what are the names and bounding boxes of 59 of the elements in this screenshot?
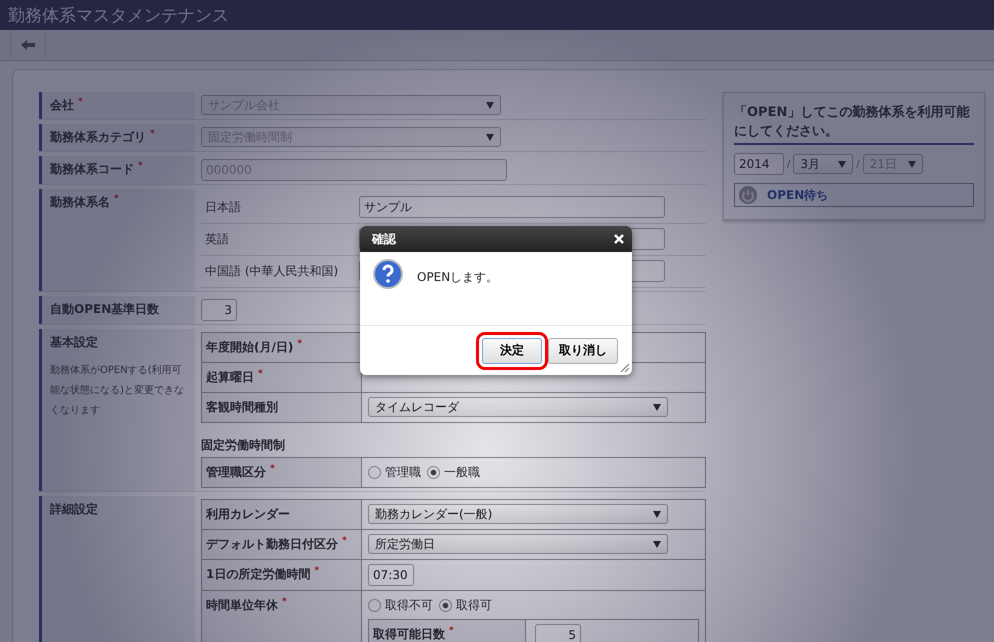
- date-separator: /: [787, 158, 790, 170]
- dialog-message: OPENします。: [417, 269, 498, 286]
- radio-button[interactable]: [368, 466, 381, 478]
- field-label: 取得可能日数 *: [373, 627, 454, 641]
- select-field[interactable]: 勤務カレンダー(一般): [368, 504, 668, 524]
- field-label: 勤務体系コード *: [50, 161, 144, 178]
- select-field[interactable]: タイムレコーダ: [368, 397, 668, 417]
- field-label: 起算曜日 *: [206, 370, 263, 384]
- input-field[interactable]: サンプル: [359, 196, 665, 218]
- field-label: 勤務体系カテゴリ *: [50, 129, 156, 146]
- field-label: 基本設定: [50, 334, 99, 351]
- window-title: 勤務体系マスタメンテナンス: [8, 4, 229, 26]
- select-field[interactable]: 所定労働日: [368, 534, 668, 554]
- caret-icon: [653, 540, 661, 548]
- caret-icon: [908, 160, 916, 168]
- radio-button[interactable]: [368, 598, 381, 612]
- radio-button[interactable]: [427, 466, 440, 478]
- field-label: 会社 *: [50, 97, 84, 114]
- radio-label: 管理職: [385, 464, 421, 480]
- field-label: 1日の所定労働時間 *: [206, 567, 320, 581]
- field-label: 客観時間種別: [206, 400, 278, 414]
- field-label: 自動OPEN基準日数: [50, 301, 160, 318]
- input-field[interactable]: 07:30: [368, 564, 414, 586]
- close-icon: [614, 234, 624, 244]
- group-heading: 固定労働時間制: [201, 437, 286, 454]
- input-field[interactable]: 3: [201, 299, 237, 321]
- date-separator: /: [856, 158, 860, 170]
- caret-icon: [838, 160, 846, 168]
- field-label: 年度開始(月/日) *: [206, 340, 302, 354]
- caret-icon: [653, 404, 661, 410]
- resize-grip-icon: [619, 362, 629, 372]
- input-field[interactable]: 5: [535, 624, 581, 642]
- field-label: デフォルト勤務日付区分 *: [206, 537, 347, 551]
- field-label: 勤務体系名 *: [50, 194, 120, 211]
- back-arrow-icon: [21, 40, 35, 50]
- section-note: 勤務体系がOPENする(利用可能な状態になる)と変更できなくなります: [50, 364, 185, 418]
- caret-icon: [653, 510, 661, 518]
- field-label: 利用カレンダー: [206, 507, 290, 521]
- field-label: 管理職区分 *: [206, 465, 275, 479]
- question-icon: [373, 259, 403, 289]
- language-label: 英語: [201, 224, 359, 256]
- caret-icon: [486, 102, 494, 108]
- back-button[interactable]: [10, 30, 46, 60]
- close-button[interactable]: [614, 234, 624, 244]
- radio-label: 取得可: [456, 596, 492, 614]
- dialog-title: 確認: [372, 230, 396, 248]
- field-label: 詳細設定: [50, 501, 99, 518]
- language-label: 日本語: [201, 192, 359, 224]
- input-field[interactable]: 2014: [734, 153, 784, 175]
- open-message: 「OPEN」してこの勤務体系を利用可能にしてください。: [734, 103, 974, 145]
- caret-icon: [486, 134, 494, 140]
- radio-label: 一般職: [444, 464, 480, 480]
- dialog-button[interactable]: 取り消し: [548, 338, 618, 364]
- language-label: 中国語 (中華人民共和国): [201, 256, 359, 288]
- radio-button[interactable]: [439, 598, 452, 612]
- radio-label: 取得不可: [385, 596, 433, 614]
- power-icon: [739, 186, 757, 204]
- select-field[interactable]: 3月: [793, 154, 854, 174]
- field-label: 時間単位年休 *: [206, 598, 287, 612]
